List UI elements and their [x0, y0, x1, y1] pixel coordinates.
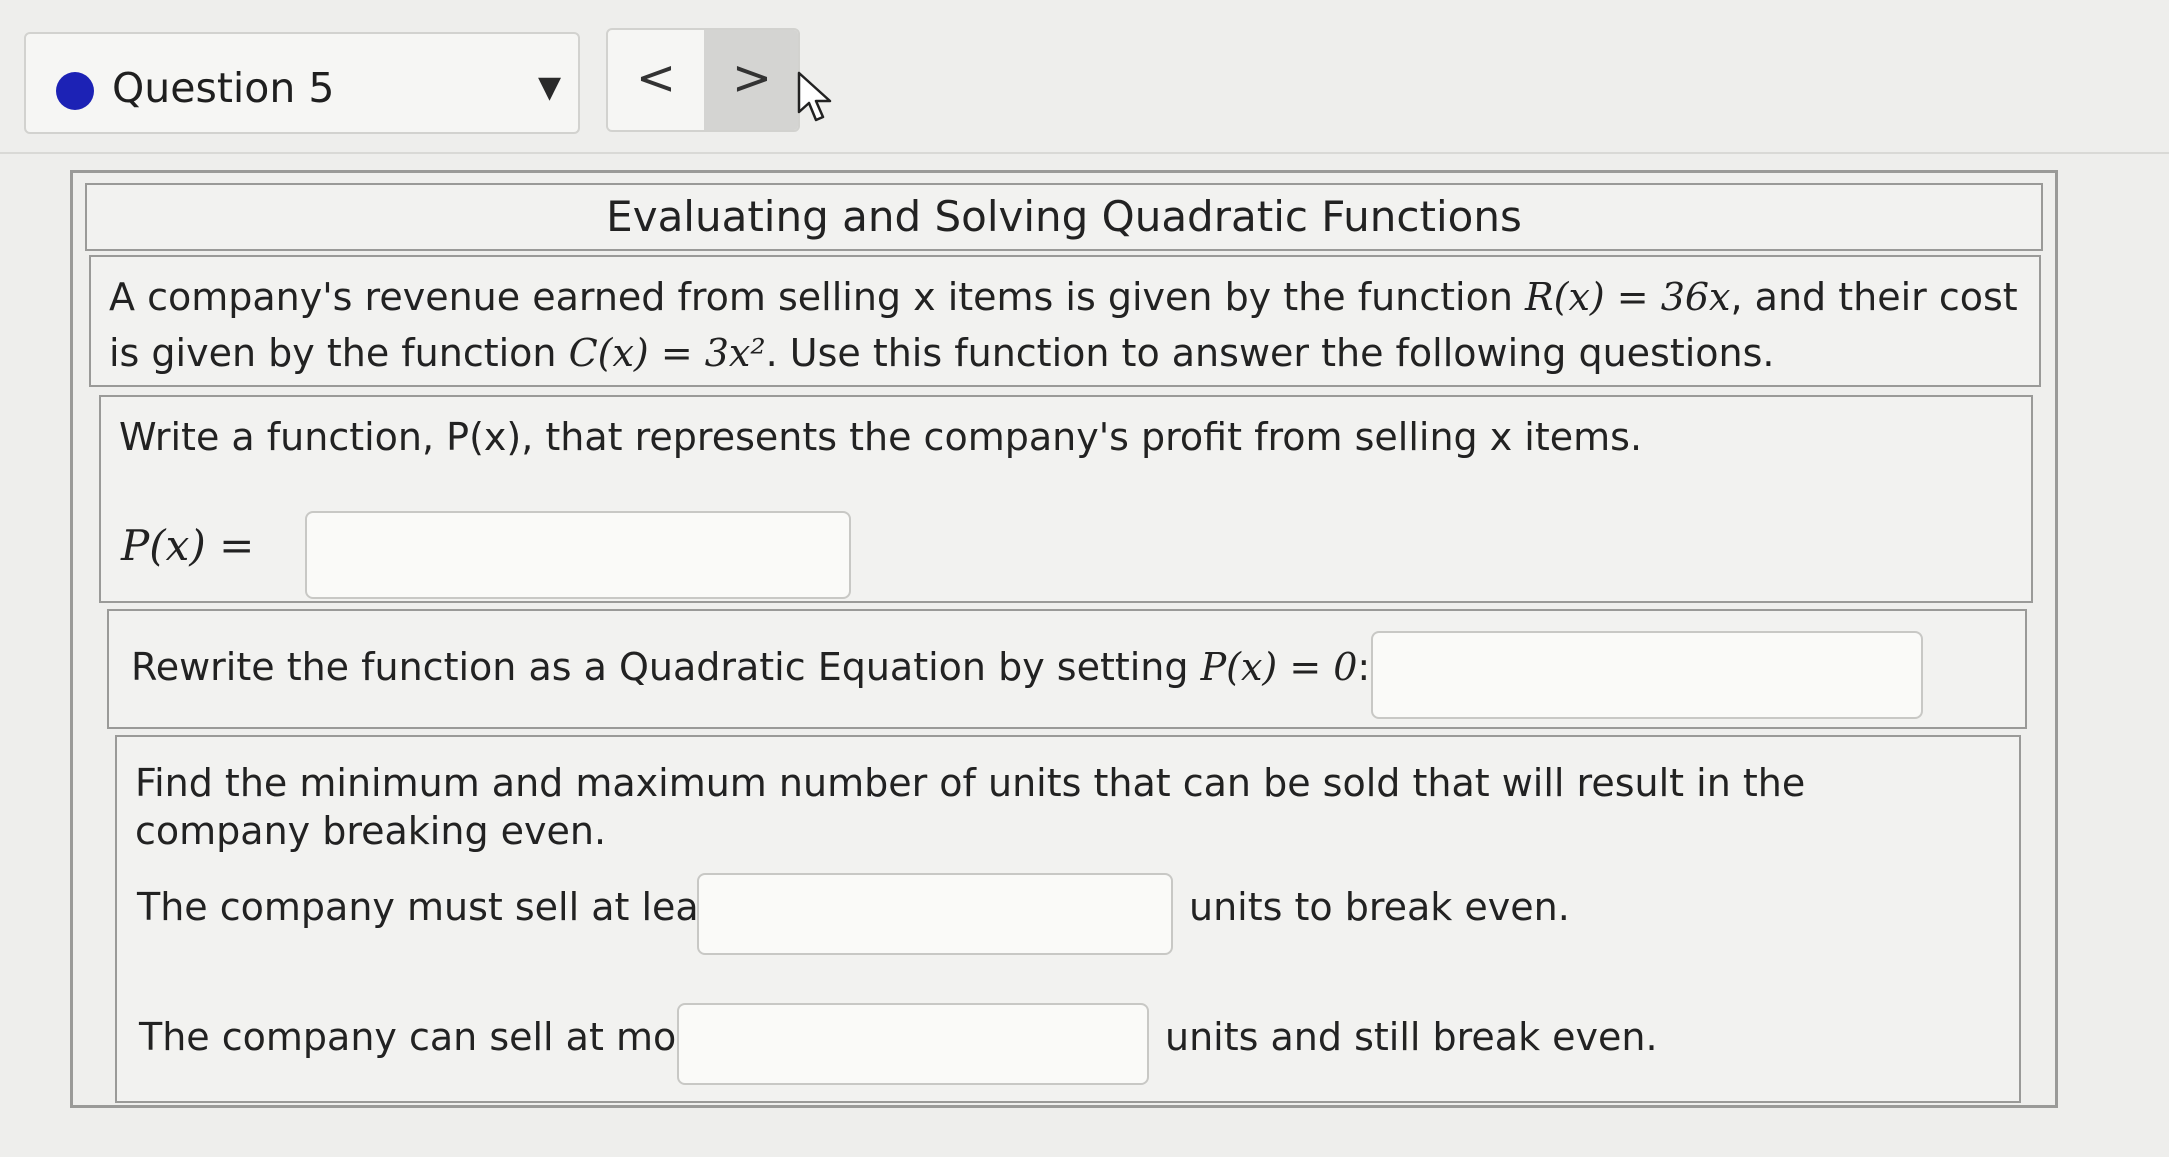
cost-function: C(x) = 3x²	[568, 331, 766, 375]
revenue-function: R(x) = 36x	[1525, 275, 1731, 319]
min-units-suffix: units to break even.	[1189, 885, 1570, 929]
break-even-prompt: Find the minimum and maximum number of u…	[135, 761, 1806, 853]
quadratic-equation-section: Rewrite the function as a Quadratic Equa…	[107, 609, 2027, 729]
profit-function-input[interactable]	[305, 511, 851, 599]
break-even-section: Find the minimum and maximum number of u…	[115, 735, 2021, 1103]
quadratic-prompt-math: P(x) = 0	[1200, 645, 1358, 689]
max-units-label: The company can sell at most	[139, 1015, 711, 1059]
question-selector[interactable]: Question 5 ▼	[24, 32, 580, 134]
min-units-label: The company must sell at least	[137, 885, 734, 929]
dropdown-caret-icon[interactable]: ▼	[538, 70, 561, 105]
status-dot-icon	[56, 72, 94, 110]
max-units-suffix: units and still break even.	[1165, 1015, 1658, 1059]
quadratic-equation-input[interactable]	[1371, 631, 1923, 719]
header-divider	[0, 152, 2169, 154]
intro-text-c: . Use this function to answer the follow…	[765, 331, 1775, 375]
profit-label: P(x) =	[121, 521, 255, 570]
quadratic-prompt: Rewrite the function as a Quadratic Equa…	[131, 645, 1370, 689]
quadratic-prompt-colon: :	[1357, 645, 1371, 689]
profit-function-section: Write a function, P(x), that represents …	[99, 395, 2033, 603]
question-nav: < >	[606, 28, 800, 132]
max-units-input[interactable]	[677, 1003, 1149, 1085]
intro-text-a: A company's revenue earned from selling …	[109, 275, 1526, 319]
min-units-input[interactable]	[697, 873, 1173, 955]
problem-title: Evaluating and Solving Quadratic Functio…	[85, 183, 2043, 251]
next-question-button[interactable]: >	[704, 30, 798, 130]
question-label: Question 5	[112, 64, 335, 112]
previous-question-button[interactable]: <	[608, 30, 704, 130]
mouse-cursor-icon	[797, 71, 832, 122]
question-panel: Evaluating and Solving Quadratic Functio…	[70, 170, 2058, 1108]
profit-prompt: Write a function, P(x), that represents …	[119, 415, 1643, 459]
problem-intro: A company's revenue earned from selling …	[89, 255, 2041, 387]
quadratic-prompt-text: Rewrite the function as a Quadratic Equa…	[131, 645, 1201, 689]
